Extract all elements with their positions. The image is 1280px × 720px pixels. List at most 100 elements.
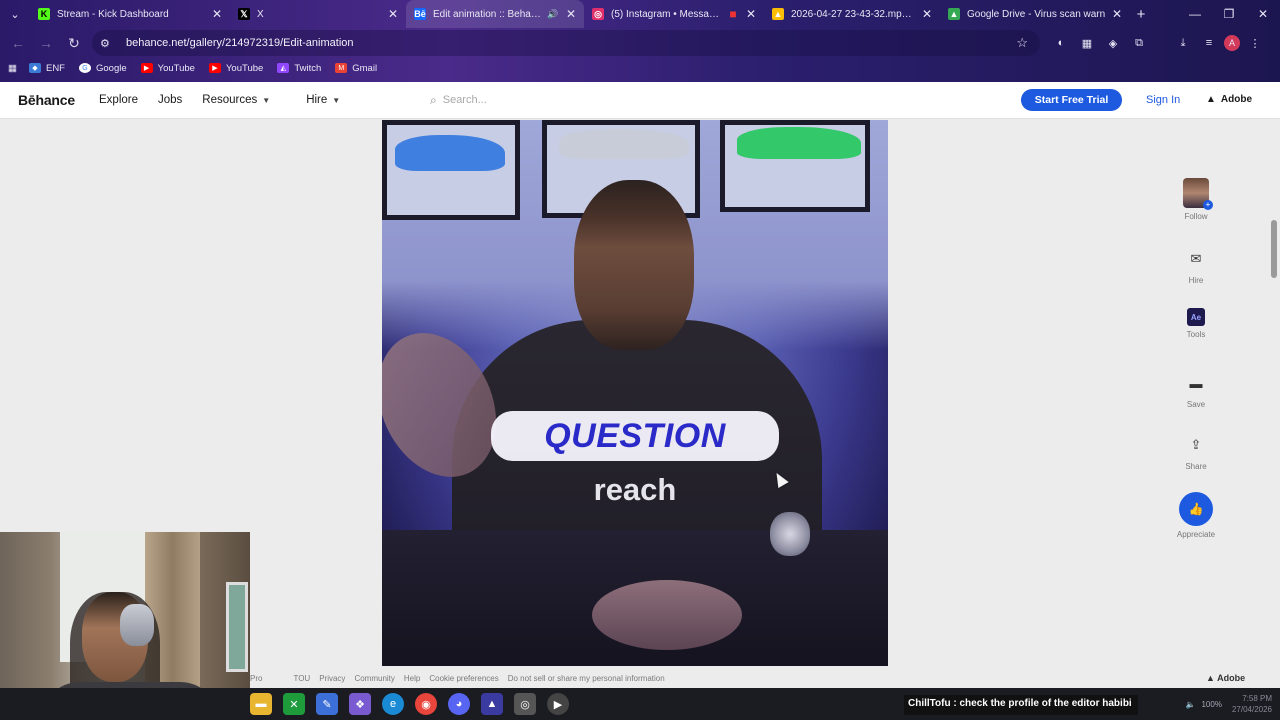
footer-link-help[interactable]: Help: [404, 674, 420, 683]
puzzle-icon[interactable]: ⧉: [1128, 32, 1150, 54]
volume-icon[interactable]: 🔈: [1186, 700, 1196, 709]
follow-action[interactable]: + Follow: [1170, 178, 1222, 221]
speaker-icon[interactable]: 🔊: [546, 9, 560, 20]
tab-strip: ⌄ K Stream - Kick Dashboard ✕ 𝕏 X ✕ Bē E…: [0, 0, 1280, 28]
bookmark-youtube[interactable]: ▶ YouTube: [140, 63, 195, 74]
close-icon[interactable]: ✕: [920, 7, 934, 21]
new-tab-button[interactable]: +: [1130, 6, 1152, 23]
footer-link-privacy[interactable]: Privacy: [319, 674, 345, 683]
close-icon[interactable]: ✕: [1110, 7, 1124, 21]
search-icon: ⌕: [430, 92, 437, 107]
file-explorer-icon[interactable]: ▬: [250, 693, 272, 715]
nav-hire[interactable]: Hire ▼: [306, 94, 340, 106]
bookmark-gmail[interactable]: M Gmail: [335, 63, 377, 74]
share-action[interactable]: ⇪ Share: [1170, 432, 1222, 471]
bookmark-enf[interactable]: ◆ ENF: [28, 63, 65, 74]
tab-drive-warning[interactable]: ▲ Google Drive - Virus scan warn ✕: [940, 0, 1130, 28]
creator-avatar[interactable]: +: [1183, 178, 1213, 210]
share-icon: ⇪: [1190, 437, 1202, 452]
app-icon[interactable]: ✎: [316, 693, 338, 715]
extensions-area: ◐ ▦ ◈ ⧉: [1050, 32, 1150, 54]
chrome-icon[interactable]: ◉: [415, 693, 437, 715]
bookmark-twitch[interactable]: ◭ Twitch: [277, 63, 321, 74]
toolbar-right: ⤓ ≡ A ⋮: [1172, 32, 1266, 54]
car-image: [737, 127, 861, 159]
back-icon[interactable]: ←: [4, 35, 32, 51]
obs-icon[interactable]: ◎: [514, 693, 536, 715]
menu-icon[interactable]: ⋮: [1244, 32, 1266, 54]
extension-icon[interactable]: ◐: [1050, 32, 1072, 54]
site-info-icon[interactable]: ⚙: [100, 37, 116, 50]
hire-action[interactable]: ✉ Hire: [1170, 246, 1222, 285]
adobe-link[interactable]: ▲ Adobe: [1206, 94, 1252, 105]
clock[interactable]: 7:58 PM 27/04/2026: [1232, 693, 1272, 715]
save-action[interactable]: ▬ Save: [1170, 370, 1222, 410]
footer-link-community[interactable]: Community: [354, 674, 394, 683]
close-icon[interactable]: ✕: [386, 7, 400, 21]
close-icon[interactable]: ✕: [210, 7, 224, 21]
apps-icon[interactable]: ▦: [8, 63, 17, 74]
profile-avatar[interactable]: A: [1224, 35, 1240, 51]
footer-link-pro[interactable]: Pro: [250, 674, 262, 683]
media-control-icon[interactable]: ≡: [1198, 32, 1220, 54]
close-icon[interactable]: ✕: [744, 7, 758, 21]
headset: [120, 604, 154, 646]
app-icon[interactable]: ▲: [481, 693, 503, 715]
nav-jobs[interactable]: Jobs: [158, 94, 182, 106]
chevron-down-icon: ▼: [262, 95, 271, 105]
hire-label: Hire: [1188, 276, 1204, 285]
minimize-icon[interactable]: —: [1178, 0, 1212, 28]
xbox-icon[interactable]: ✕: [283, 693, 305, 715]
start-free-trial-button[interactable]: Start Free Trial: [1021, 89, 1122, 111]
bookmark-label: Twitch: [294, 62, 322, 74]
plus-icon: +: [1203, 200, 1213, 210]
tools-action[interactable]: Ae Tools: [1170, 308, 1222, 339]
search-input[interactable]: [442, 94, 843, 106]
tab-behance[interactable]: Bē Edit animation :: Behance 🔊 ✕: [406, 0, 584, 28]
forward-icon[interactable]: →: [32, 35, 60, 51]
tab-instagram[interactable]: ◎ (5) Instagram • Messages ■ ✕: [584, 0, 764, 28]
download-icon[interactable]: ⤓: [1172, 32, 1194, 54]
wristwatch: [770, 512, 810, 556]
footer-adobe[interactable]: ▲ Adobe: [1206, 673, 1245, 683]
project-video[interactable]: QUESTION reach: [382, 120, 888, 666]
reload-icon[interactable]: ↻: [60, 35, 88, 52]
copilot-icon[interactable]: ❖: [349, 693, 371, 715]
bookmark-google[interactable]: G Google: [78, 63, 127, 74]
bookmark-youtube[interactable]: ▶ YouTube: [208, 63, 263, 74]
wall-poster: [720, 120, 870, 212]
tab-kick[interactable]: K Stream - Kick Dashboard ✕: [30, 0, 230, 28]
nav-explore[interactable]: Explore: [99, 94, 138, 106]
extension-icon[interactable]: ▦: [1076, 32, 1098, 54]
behance-logo[interactable]: Bēhance: [18, 92, 75, 108]
battery-level[interactable]: 100%: [1201, 700, 1221, 709]
sign-in-link[interactable]: Sign In: [1146, 94, 1180, 106]
scrollbar-thumb[interactable]: [1271, 220, 1277, 278]
nav-resources-label: Resources: [202, 94, 258, 106]
discord-icon[interactable]: ◕: [448, 693, 470, 715]
nav-resources[interactable]: Resources ▼: [202, 94, 270, 106]
address-bar[interactable]: ⚙ behance.net/gallery/214972319/Edit-ani…: [92, 30, 1040, 56]
close-window-icon[interactable]: ✕: [1246, 0, 1280, 28]
enf-icon: ◆: [28, 63, 41, 73]
footer-link-do-not-sell[interactable]: Do not sell or share my personal informa…: [508, 674, 665, 683]
chevron-down-icon: ▼: [332, 95, 341, 105]
close-icon[interactable]: ✕: [564, 7, 578, 21]
extension-icon[interactable]: ◈: [1102, 32, 1124, 54]
chat-overlay-message: ChillTofu : check the profile of the edi…: [904, 695, 1138, 715]
wall-picture: [226, 582, 248, 672]
media-player-icon[interactable]: ▶: [547, 693, 569, 715]
edge-icon[interactable]: e: [382, 693, 404, 715]
main-nav: Explore Jobs Resources ▼ Hire ▼: [99, 94, 360, 106]
bookmarks-bar: ▦ ◆ ENF G Google ▶ YouTube ▶ YouTube ◭ Twitch…: [0, 58, 1280, 78]
bookmark-star-icon[interactable]: ☆: [1016, 35, 1028, 51]
tab-x[interactable]: 𝕏 X ✕: [230, 0, 406, 28]
footer-link-tou[interactable]: TOU: [293, 674, 310, 683]
url-text: behance.net/gallery/214972319/Edit-anima…: [126, 37, 354, 49]
page-scrollbar[interactable]: [1271, 120, 1277, 688]
tab-drive-video[interactable]: ▲ 2026-04-27 23-43-32.mp4 - Go ✕: [764, 0, 940, 28]
appreciate-action[interactable]: 👍 Appreciate: [1170, 492, 1222, 539]
maximize-icon[interactable]: ❐: [1212, 0, 1246, 28]
tab-search-button[interactable]: ⌄: [0, 0, 30, 28]
footer-link-cookies[interactable]: Cookie preferences: [429, 674, 498, 683]
